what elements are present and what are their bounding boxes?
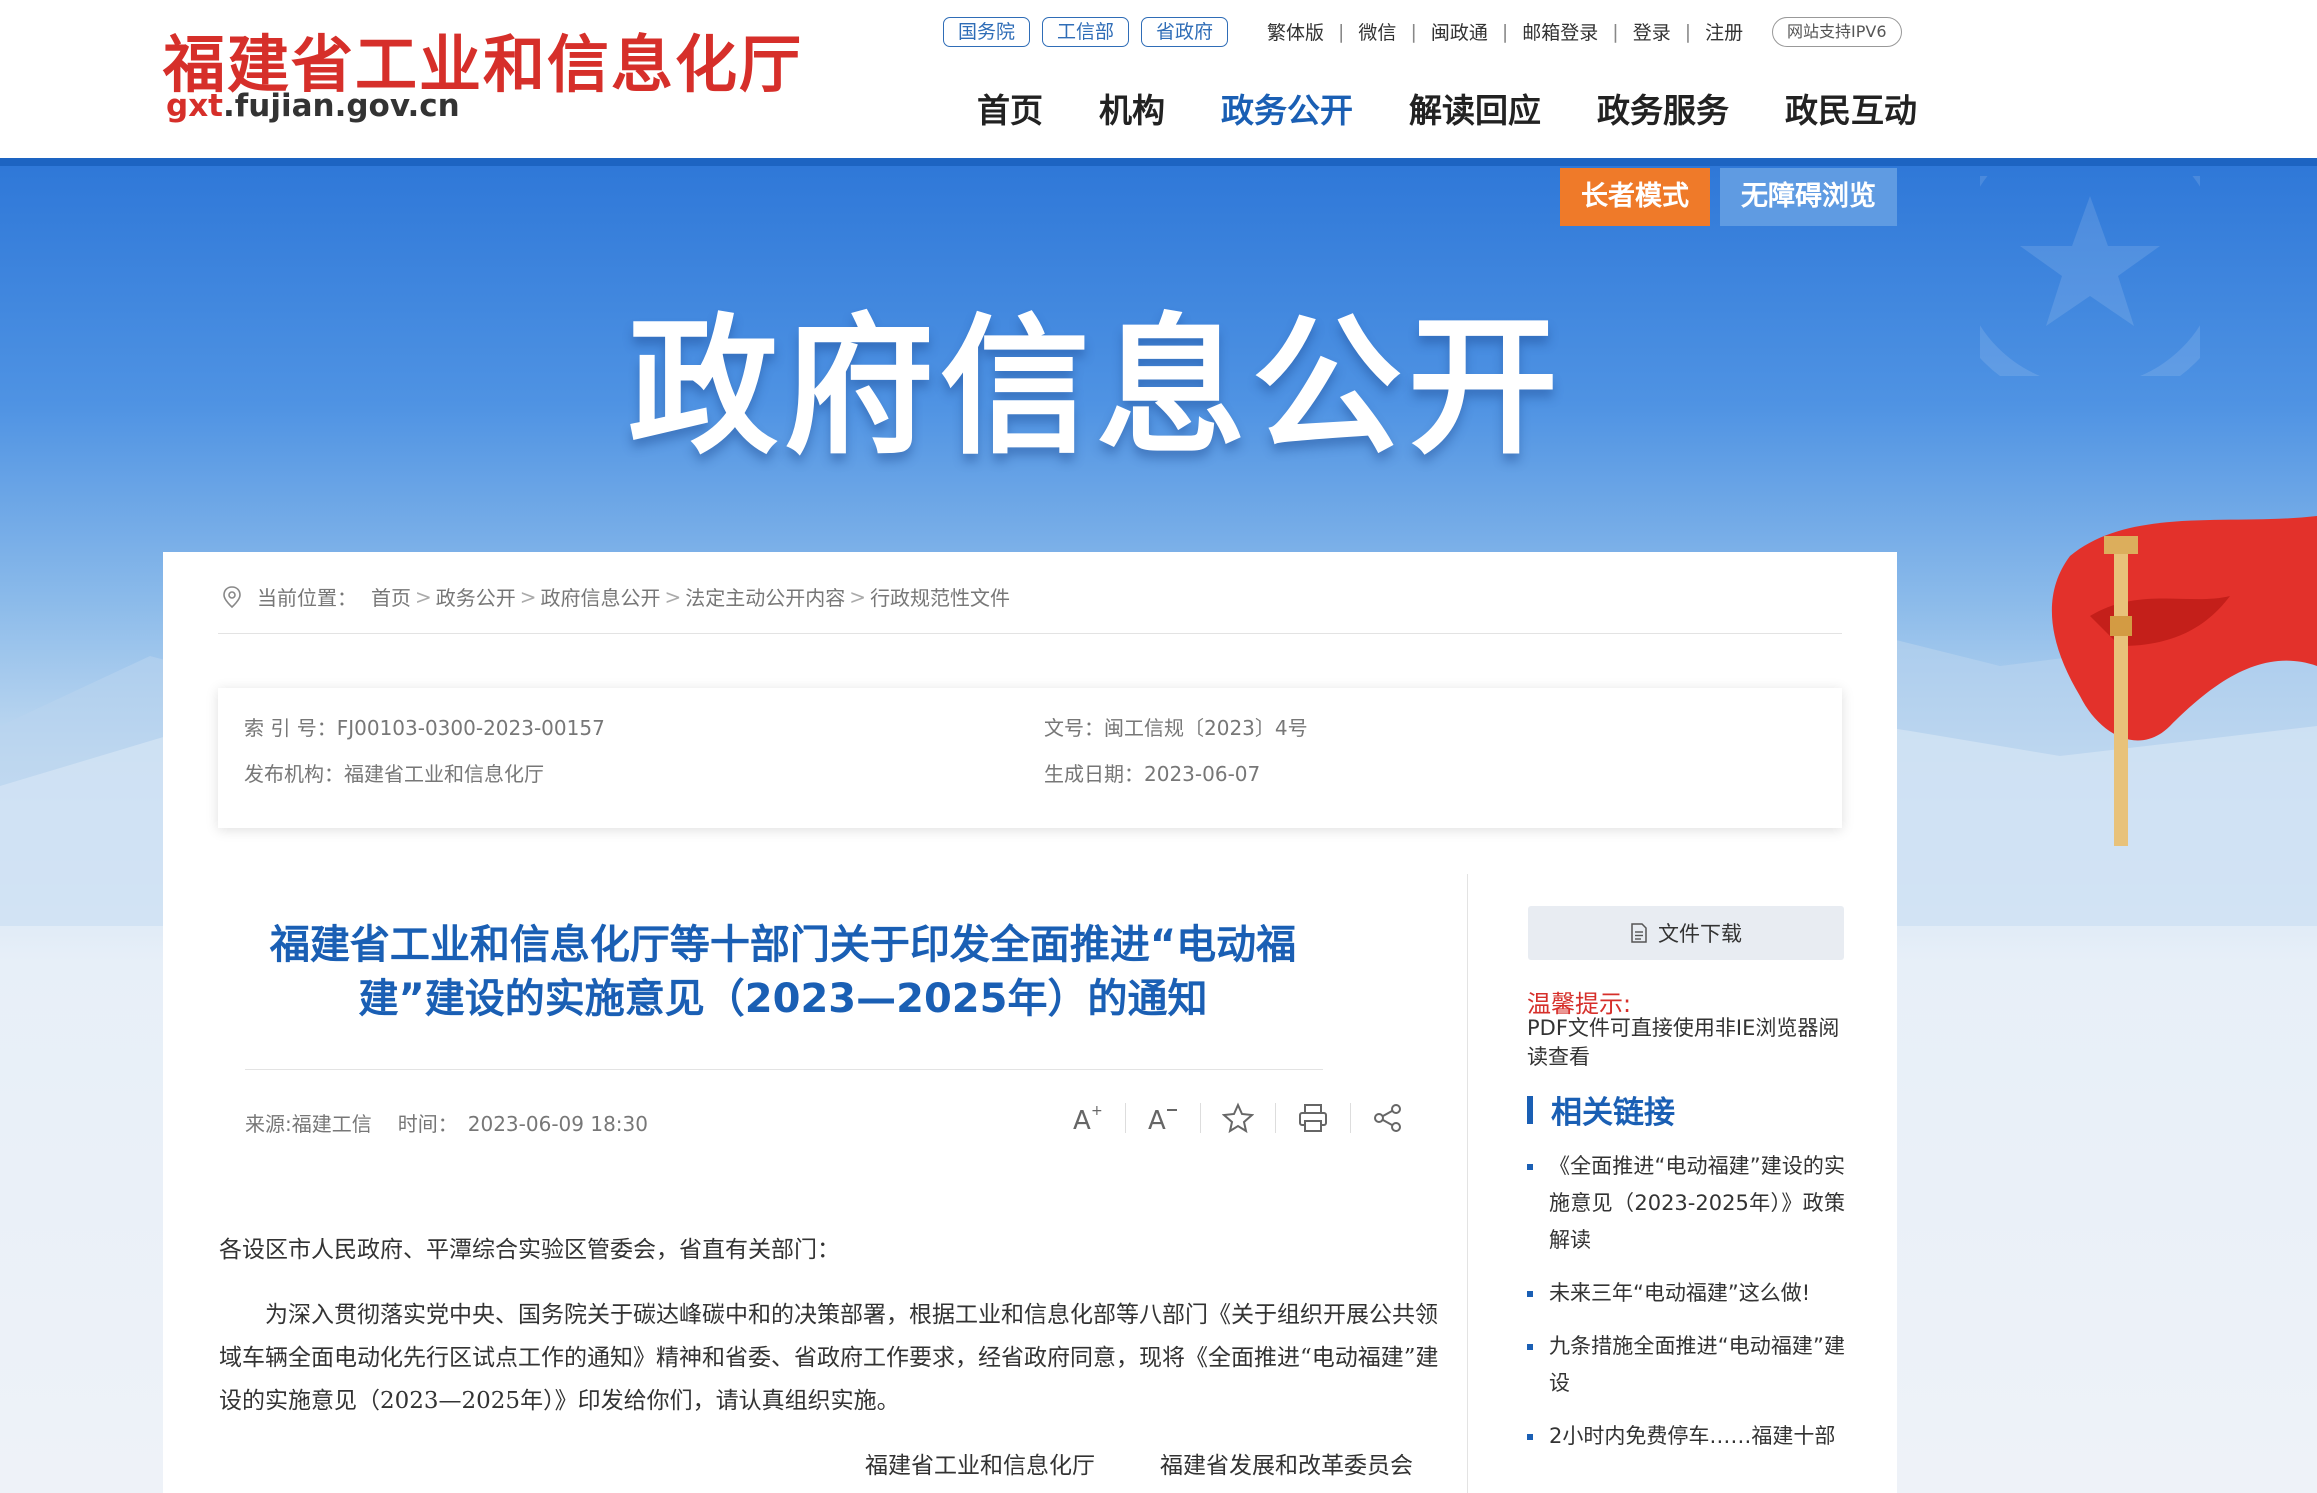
nav-gov-affairs[interactable]: 政务公开 [1221, 84, 1353, 132]
section-marker [1527, 1095, 1533, 1124]
tool-separator [1350, 1103, 1351, 1133]
nav-interpretation[interactable]: 解读回应 [1409, 84, 1541, 132]
related-link[interactable]: 九条措施全面推进“电动福建”建设 [1527, 1328, 1845, 1402]
related-link-text[interactable]: 未来三年“电动福建”这么做! [1549, 1281, 1810, 1305]
link-traditional[interactable]: 繁体版 [1267, 18, 1324, 45]
breadcrumb-home[interactable]: 首页 [371, 582, 411, 611]
breadcrumb: 当前位置： 首页 > 政务公开 > 政府信息公开 > 法定主动公开内容 > 行政规范性文… [221, 582, 1010, 611]
meta-document-number: 文号：闽工信规〔2023〕4号 [1044, 716, 1308, 740]
related-links-title: 相关链接 [1551, 1095, 1675, 1131]
nav-interaction[interactable]: 政民互动 [1785, 84, 1917, 132]
column-divider [1467, 874, 1468, 1493]
svg-text:A: A [1073, 1106, 1091, 1135]
separator: | [1501, 20, 1509, 43]
file-download-button[interactable]: 文件下载 [1528, 906, 1844, 960]
title-divider [245, 1069, 1323, 1070]
related-link-text[interactable]: 《全面推进“电动福建”建设的实施意见（2023-2025年）》政策解读 [1549, 1154, 1845, 1252]
breadcrumb-arrow: > [415, 584, 432, 609]
meta-created-date: 生成日期：2023-06-07 [1044, 762, 1261, 786]
bullet-icon [1527, 1291, 1533, 1297]
link-register[interactable]: 注册 [1705, 18, 1743, 45]
link-mail-login[interactable]: 邮箱登录 [1522, 18, 1598, 45]
accessibility-button[interactable]: 无障碍浏览 [1720, 168, 1897, 226]
breadcrumb-gov-affairs[interactable]: 政务公开 [436, 582, 516, 611]
flag-huabiao-icon [2051, 516, 2317, 846]
ipv6-badge: 网站支持IPV6 [1772, 17, 1902, 47]
article-tools: A + A [1069, 1099, 1407, 1137]
elder-mode-button[interactable]: 长者模式 [1560, 168, 1710, 226]
tool-separator [1275, 1103, 1276, 1133]
breadcrumb-normative-docs[interactable]: 行政规范性文件 [870, 582, 1010, 611]
tip-text: PDF文件可直接使用非IE浏览器阅读查看 [1527, 1016, 1840, 1069]
bullet-icon [1527, 1344, 1533, 1350]
font-decrease-icon[interactable]: A [1144, 1099, 1182, 1137]
related-link[interactable]: 《全面推进“电动福建”建设的实施意见（2023-2025年）》政策解读 [1527, 1148, 1845, 1259]
bullet-icon [1527, 1434, 1533, 1440]
nav-home[interactable]: 首页 [977, 84, 1043, 132]
nav-organization[interactable]: 机构 [1099, 84, 1165, 132]
external-links: 国务院 工信部 省政府 [943, 17, 1229, 47]
breadcrumb-arrow: > [664, 584, 682, 609]
favorite-star-icon[interactable] [1219, 1099, 1257, 1137]
related-link[interactable]: 2小时内免费停车……福建十部 [1527, 1418, 1845, 1455]
document-icon [1631, 923, 1647, 943]
related-links-header: 相关链接 [1527, 1087, 1675, 1132]
bullet-icon [1527, 1164, 1533, 1170]
article-salutation: 各设区市人民政府、平潭综合实验区管委会，省直有关部门： [219, 1237, 840, 1263]
site-domain: gxt.fujian.gov.cn [166, 88, 460, 124]
time-label: 时间： [397, 1112, 458, 1136]
file-download-label: 文件下载 [1658, 922, 1742, 946]
article-time: 2023-06-09 18:30 [467, 1112, 648, 1136]
link-login[interactable]: 登录 [1633, 18, 1671, 45]
article-title: 福建省工业和信息化厅等十部门关于印发全面推进“电动福建”建设的实施意见（2023… [269, 922, 1297, 1022]
svg-text:A: A [1148, 1106, 1166, 1135]
related-links-list: 《全面推进“电动福建”建设的实施意见（2023-2025年）》政策解读 未来三年… [1527, 1148, 1845, 1471]
link-wechat[interactable]: 微信 [1358, 18, 1396, 45]
header-divider [0, 158, 2317, 166]
banner-title: 政府信息公开 [628, 301, 1565, 475]
meta-index-number: 索 引 号：FJ00103-0300-2023-00157 [244, 716, 605, 740]
content-card: 当前位置： 首页 > 政务公开 > 政府信息公开 > 法定主动公开内容 > 行政规范性文… [163, 552, 1897, 1493]
breadcrumb-divider [218, 633, 1842, 634]
share-icon[interactable] [1369, 1099, 1407, 1137]
separator: | [1338, 20, 1345, 43]
main-nav: 首页 机构 政务公开 解读回应 政务服务 政民互动 [977, 84, 1917, 132]
breadcrumb-info-disclosure[interactable]: 政府信息公开 [541, 582, 661, 611]
separator: | [1410, 20, 1417, 43]
related-link-text[interactable]: 九条措施全面推进“电动福建”建设 [1549, 1334, 1845, 1395]
breadcrumb-prefix: 当前位置： [257, 586, 357, 610]
link-province-gov[interactable]: 省政府 [1141, 17, 1229, 47]
separator: | [1684, 20, 1692, 43]
font-increase-icon[interactable]: A + [1069, 1099, 1107, 1137]
link-miit[interactable]: 工信部 [1042, 17, 1130, 47]
site-header: 福建省工业和信息化厅 gxt.fujian.gov.cn 国务院 工信部 省政府… [0, 0, 2317, 158]
nav-services[interactable]: 政务服务 [1597, 84, 1729, 132]
related-link-text[interactable]: 2小时内免费停车……福建十部 [1549, 1424, 1835, 1448]
breadcrumb-arrow: > [519, 584, 537, 609]
domain-prefix: gxt [166, 88, 224, 124]
signer-miit-fujian: 福建省工业和信息化厅 [865, 1453, 1095, 1479]
tool-separator [1125, 1103, 1126, 1133]
article-paragraph: 为深入贯彻落实党中央、国务院关于碳达峰碳中和的决策部署，根据工业和信息化部等八部… [219, 1302, 1439, 1414]
article-source: 来源:福建工信 [245, 1112, 372, 1136]
location-icon [223, 585, 241, 608]
meta-publisher: 发布机构：福建省工业和信息化厅 [244, 762, 544, 786]
utility-links: 繁体版 | 微信 | 闽政通 | 邮箱登录 | 登录 | 注册 [1267, 18, 1743, 45]
star-emblem-icon [1980, 176, 2200, 376]
link-state-council[interactable]: 国务院 [943, 17, 1031, 47]
signer-ndrc-fujian: 福建省发展和改革委员会 [1160, 1453, 1413, 1479]
separator: | [1612, 20, 1619, 43]
svg-text:+: + [1091, 1103, 1103, 1119]
link-minzhengtong[interactable]: 闽政通 [1431, 18, 1488, 45]
breadcrumb-statutory[interactable]: 法定主动公开内容 [685, 582, 845, 611]
domain-suffix: .fujian.gov.cn [223, 88, 460, 124]
print-icon[interactable] [1294, 1099, 1332, 1137]
document-meta: 索 引 号：FJ00103-0300-2023-00157 文号：闽工信规〔20… [218, 688, 1842, 828]
article-source-row: 来源:福建工信 时间： 2023-06-09 18:30 [245, 1108, 648, 1137]
related-link[interactable]: 未来三年“电动福建”这么做! [1527, 1275, 1845, 1312]
breadcrumb-arrow: > [849, 584, 867, 609]
tool-separator [1200, 1103, 1201, 1133]
